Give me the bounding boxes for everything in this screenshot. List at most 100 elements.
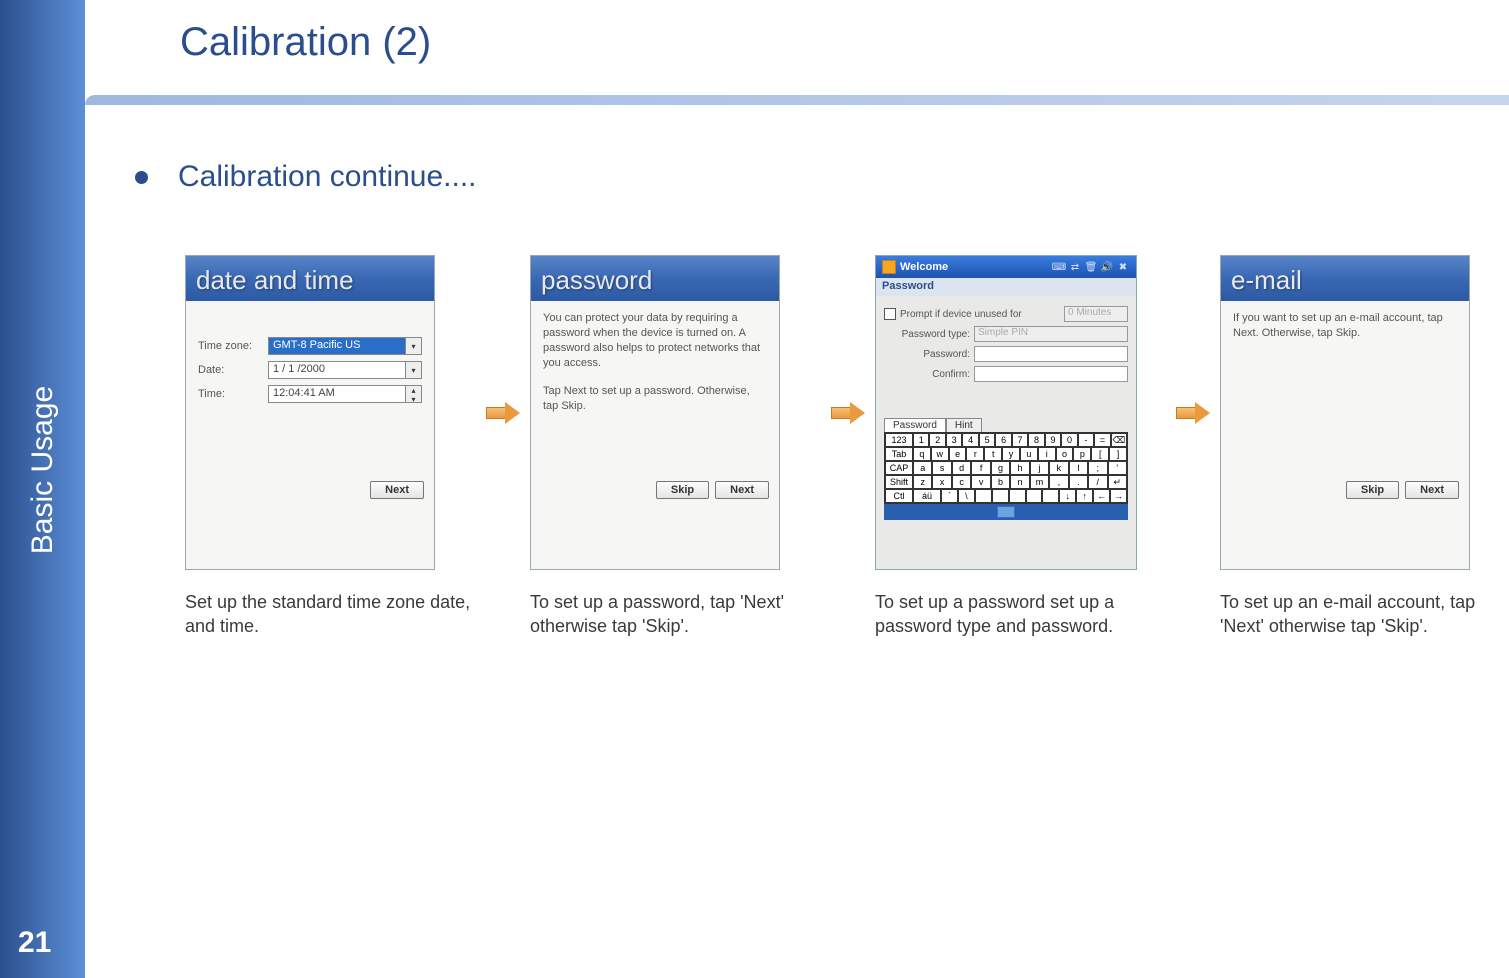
timezone-dropdown-icon[interactable]: ▾ [406,337,422,355]
time-input[interactable]: 12:04:41 AM [268,385,406,403]
keyboard-key[interactable]: r [966,447,984,461]
keyboard-key[interactable]: → [1110,489,1127,503]
tray-sync-icon[interactable]: ⇄ [1068,260,1082,274]
keyboard-key[interactable]: ; [1088,461,1107,475]
keyboard-key[interactable]: 0 [1061,433,1077,447]
keyboard-key[interactable]: 5 [979,433,995,447]
keyboard-key[interactable]: ← [1093,489,1110,503]
keyboard-key[interactable]: - [1078,433,1094,447]
keyboard-key[interactable]: ↑ [1076,489,1093,503]
prompt-timeout-select[interactable]: 0 Minutes [1064,306,1128,322]
panel2-skip-button[interactable]: Skip [656,481,709,499]
keyboard-key[interactable]: / [1088,475,1107,489]
password-row: Password: [884,346,1128,362]
keyboard-key[interactable]: 6 [995,433,1011,447]
panel1-caption: Set up the standard time zone date, and … [185,590,475,639]
keyboard-key[interactable] [1009,489,1026,503]
keyboard-key[interactable]: j [1030,461,1049,475]
panel3-title-text: Welcome [900,261,1048,273]
time-spin-up-icon[interactable]: ▴ [406,386,421,395]
keyboard-key[interactable]: 7 [1012,433,1028,447]
keyboard-key[interactable]: o [1056,447,1074,461]
timezone-select[interactable]: GMT-8 Pacific US [268,337,406,355]
keyboard-key[interactable]: CAP [885,461,913,475]
keyboard-key[interactable]: . [1069,475,1088,489]
keyboard-key[interactable]: 9 [1045,433,1061,447]
keyboard-key[interactable]: ⌫ [1111,433,1127,447]
keyboard-key[interactable] [1042,489,1059,503]
keyboard-key[interactable]: , [1049,475,1068,489]
panel4-skip-button[interactable]: Skip [1346,481,1399,499]
time-spinner[interactable]: ▴ ▾ [406,385,422,403]
tab-password[interactable]: Password [884,418,946,432]
keyboard-key[interactable]: ] [1109,447,1127,461]
panel-email: e-mail If you want to set up an e-mail a… [1220,255,1470,570]
keyboard-key[interactable]: e [949,447,967,461]
tray-bin-icon[interactable]: 🗑 [1084,260,1098,274]
keyboard-key[interactable]: p [1073,447,1091,461]
keyboard-key[interactable]: = [1094,433,1110,447]
pwtype-select[interactable]: Simple PIN [974,326,1128,342]
keyboard-key[interactable]: 3 [946,433,962,447]
keyboard-key[interactable]: n [1010,475,1029,489]
confirm-input[interactable] [974,366,1128,382]
keyboard-key[interactable]: t [984,447,1002,461]
tray-keyboard-icon[interactable]: ⌨ [1052,260,1066,274]
keyboard-key[interactable]: c [952,475,971,489]
tray-volume-icon[interactable]: 🔊 [1100,260,1114,274]
keyboard-key[interactable]: h [1010,461,1029,475]
date-dropdown-icon[interactable]: ▾ [406,361,422,379]
keyboard-key[interactable]: [ [1091,447,1109,461]
keyboard-key[interactable]: s [932,461,951,475]
tab-hint[interactable]: Hint [946,418,982,432]
keyboard-key[interactable]: k [1049,461,1068,475]
keyboard-key[interactable]: d [952,461,971,475]
keyboard-key[interactable]: l [1069,461,1088,475]
keyboard-key[interactable] [975,489,992,503]
keyboard-key[interactable]: y [1002,447,1020,461]
date-row: Date: 1 / 1 /2000 ▾ [198,361,422,379]
keyboard-key[interactable]: Tab [885,447,913,461]
keyboard-key[interactable]: ↓ [1059,489,1076,503]
time-spin-down-icon[interactable]: ▾ [406,395,421,404]
keyboard-key[interactable]: v [971,475,990,489]
keyboard-key[interactable]: m [1030,475,1049,489]
arrow-3 [1165,255,1220,570]
panel2-next-button[interactable]: Next [715,481,769,499]
keyboard-key[interactable]: q [913,447,931,461]
keyboard-key[interactable]: i [1038,447,1056,461]
keyboard-key[interactable]: u [1020,447,1038,461]
keyboard-key[interactable]: a [913,461,932,475]
keyboard-key[interactable]: w [931,447,949,461]
keyboard-key[interactable]: Shift [885,475,913,489]
keyboard-key[interactable]: 2 [929,433,945,447]
keyboard-key[interactable]: 8 [1028,433,1044,447]
keyboard-key[interactable]: 1 [913,433,929,447]
keyboard-key[interactable]: f [971,461,990,475]
keyboard-key[interactable]: áü [913,489,941,503]
keyboard-key[interactable] [992,489,1009,503]
prompt-checkbox[interactable] [884,308,896,320]
password-input[interactable] [974,346,1128,362]
onscreen-keyboard[interactable]: 1231234567890-=⌫Tabqwertyuiop[]CAPasdfgh… [884,432,1128,504]
keyboard-toggle-icon[interactable] [997,506,1015,518]
keyboard-key[interactable]: Ctl [885,489,913,503]
keyboard-key[interactable]: \ [958,489,975,503]
arrow-icon [831,402,865,424]
keyboard-key[interactable]: 123 [885,433,913,447]
panel1-header: date and time [186,256,434,301]
keyboard-key[interactable] [1026,489,1043,503]
keyboard-key[interactable]: 4 [962,433,978,447]
panel1-next-button[interactable]: Next [370,481,424,499]
keyboard-key[interactable]: x [932,475,951,489]
keyboard-key[interactable]: g [991,461,1010,475]
keyboard-key[interactable]: b [991,475,1010,489]
keyboard-key[interactable]: ↵ [1108,475,1127,489]
keyboard-key[interactable]: ' [1108,461,1127,475]
date-input[interactable]: 1 / 1 /2000 [268,361,406,379]
panel-col-1: date and time Time zone: GMT-8 Pacific U… [185,255,475,639]
keyboard-key[interactable]: ` [941,489,958,503]
keyboard-key[interactable]: z [913,475,932,489]
panel4-next-button[interactable]: Next [1405,481,1459,499]
tray-close-icon[interactable]: ✖ [1116,260,1130,274]
